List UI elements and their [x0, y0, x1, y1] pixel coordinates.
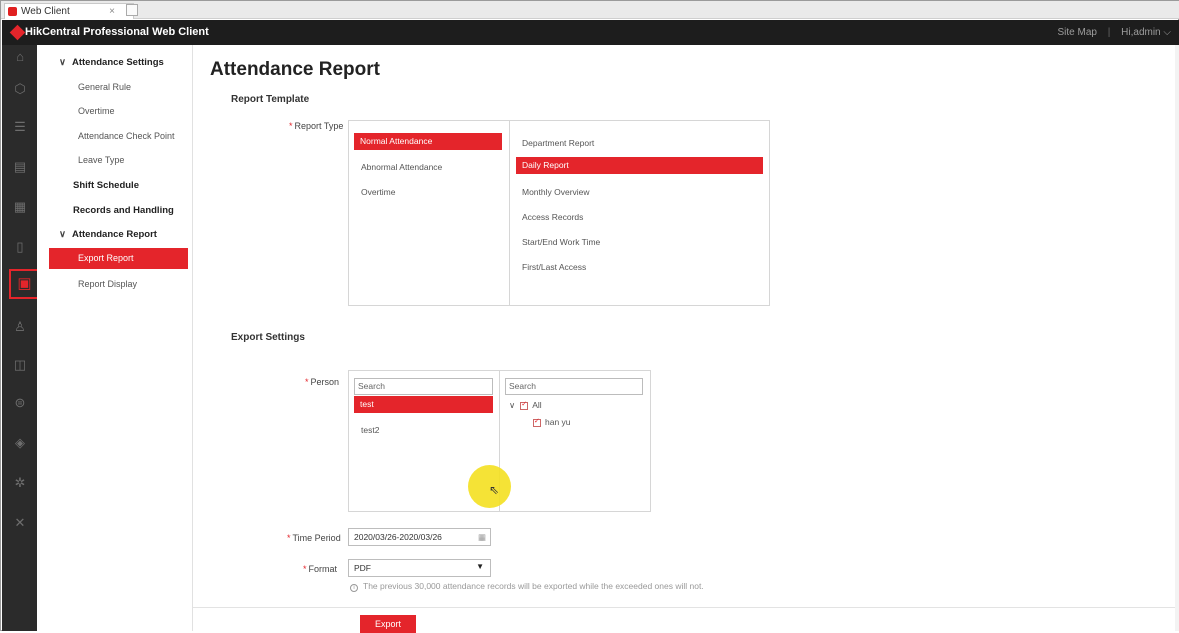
report-type-label-text: Report Type [294, 121, 344, 131]
chevron-down-icon: ∨ [59, 229, 66, 240]
person-label-text: Person [310, 377, 340, 387]
favicon-icon [8, 7, 17, 16]
format-label-text: Format [308, 564, 338, 574]
shield-icon[interactable]: ◈ [12, 435, 28, 451]
vertical-scrollbar[interactable] [1175, 45, 1179, 631]
person-right-search-input[interactable]: Search [505, 378, 643, 395]
header-right: Site Map | Hi,admin ⌵ [1058, 27, 1171, 38]
app-name: HikCentral Professional Web Client [25, 26, 209, 38]
calendar-check-icon[interactable]: ▣ [9, 269, 40, 299]
hikvision-logo-icon [9, 24, 26, 41]
browser-tab-title: Web Client [21, 6, 70, 17]
dropdown-arrow-icon[interactable]: ▼ [476, 559, 484, 575]
chevron-down-icon: ∨ [59, 57, 66, 68]
side-nav: ∨ Attendance Settings General Rule Overti… [37, 45, 193, 631]
user-menu[interactable]: Hi,admin [1121, 27, 1160, 38]
close-tab-icon[interactable]: × [109, 4, 115, 19]
nav-item-overtime[interactable]: Overtime [78, 106, 115, 116]
chart-icon[interactable]: ◫ [12, 357, 28, 373]
document-icon[interactable]: ▤ [12, 159, 28, 175]
format-note-text: The previous 30,000 attendance records w… [363, 581, 704, 591]
format-note: i The previous 30,000 attendance records … [350, 581, 704, 592]
new-tab-button[interactable] [126, 4, 138, 16]
section-report-template: Report Template [231, 94, 310, 105]
vehicle-icon[interactable]: ⊜ [12, 395, 28, 411]
calendar-icon[interactable]: ▦ [478, 529, 486, 545]
report-option-access-records[interactable]: Access Records [522, 212, 583, 222]
person-label: * Person [305, 377, 339, 387]
nav-group-attendance-report[interactable]: ∨ Attendance Report [59, 229, 157, 240]
main-content: Attendance Report Report Template * Repor… [193, 45, 1179, 633]
checkbox-all[interactable] [520, 400, 529, 410]
browser-tab-strip: Web Client × [1, 1, 1179, 19]
report-icon[interactable]: ▦ [12, 199, 28, 215]
nav-item-records[interactable]: Records and Handling [73, 205, 174, 216]
list-icon[interactable]: ☰ [12, 119, 28, 135]
format-value: PDF [354, 563, 371, 573]
settings-icon[interactable]: ✲ [12, 475, 28, 491]
nav-group-attendance-settings[interactable]: ∨ Attendance Settings [59, 57, 164, 68]
report-option-first-last[interactable]: First/Last Access [522, 262, 586, 272]
tree-node-all-label: All [532, 400, 542, 410]
report-category-abnormal[interactable]: Abnormal Attendance [361, 162, 442, 172]
report-type-label: * Report Type [289, 121, 343, 131]
cube-icon[interactable]: ⬡ [12, 81, 28, 97]
nav-item-leave-type[interactable]: Leave Type [78, 155, 124, 165]
browser-tab[interactable]: Web Client × [4, 3, 134, 19]
person-list-item-test2[interactable]: test2 [361, 425, 379, 435]
window-frame: Web Client × HikCentral Professional Web… [0, 0, 1179, 633]
header-separator: | [1107, 27, 1111, 38]
report-category-overtime[interactable]: Overtime [361, 187, 395, 197]
format-select[interactable]: PDF ▼ [348, 559, 491, 577]
site-map-link[interactable]: Site Map [1058, 27, 1097, 38]
report-option-department[interactable]: Department Report [522, 138, 594, 148]
report-category-normal[interactable]: Normal Attendance [354, 133, 502, 150]
report-option-monthly[interactable]: Monthly Overview [522, 187, 590, 197]
module-rail: ⌂ ⬡ ☰ ▤ ▦ ▯ ▣ ♙ ◫ ⊜ ◈ ✲ ✕ [2, 45, 40, 631]
time-period-field[interactable]: 2020/03/26-2020/03/26 ▦ [348, 528, 491, 546]
report-option-daily[interactable]: Daily Report [516, 157, 763, 174]
required-mark: * [289, 121, 293, 131]
nav-group-label: Attendance Report [71, 229, 157, 240]
chevron-down-icon[interactable]: ⌵ [1163, 27, 1171, 38]
app-header: HikCentral Professional Web Client Site … [2, 20, 1179, 45]
nav-item-check-point[interactable]: Attendance Check Point [78, 131, 175, 141]
required-mark: * [303, 564, 307, 574]
section-export-settings: Export Settings [231, 332, 305, 343]
format-label: * Format [303, 564, 337, 574]
nav-group-label: Attendance Settings [71, 57, 164, 68]
export-button[interactable]: Export [360, 615, 416, 633]
page-title: Attendance Report [210, 59, 380, 80]
tree-node-han-yu-label: han yu [545, 417, 571, 427]
home-icon[interactable]: ⌂ [12, 49, 28, 65]
time-period-value: 2020/03/26-2020/03/26 [354, 532, 442, 542]
person-icon[interactable]: ♙ [12, 319, 28, 335]
chevron-down-icon: ∨ [509, 400, 516, 410]
checkbox-han-yu[interactable] [533, 417, 541, 427]
tools-icon[interactable]: ✕ [12, 515, 28, 531]
mobile-icon[interactable]: ▯ [12, 239, 28, 255]
footer-divider [193, 607, 1175, 608]
person-list-item-test[interactable]: test [354, 396, 493, 413]
nav-item-general-rule[interactable]: General Rule [78, 82, 131, 92]
required-mark: * [305, 377, 309, 387]
info-icon: i [350, 584, 358, 592]
tree-node-han-yu[interactable]: han yu [533, 417, 571, 427]
report-type-divider [509, 121, 510, 305]
required-mark: * [287, 533, 291, 543]
nav-item-shift-schedule[interactable]: Shift Schedule [73, 180, 139, 191]
time-period-label-text: Time Period [292, 533, 341, 543]
mouse-pointer-icon: ⇖ [489, 483, 500, 497]
nav-item-export-report[interactable]: Export Report [49, 248, 188, 269]
tree-node-all[interactable]: ∨ All [509, 400, 542, 411]
report-option-start-end[interactable]: Start/End Work Time [522, 237, 600, 247]
nav-item-report-display[interactable]: Report Display [78, 279, 137, 289]
time-period-label: * Time Period [287, 533, 341, 543]
person-left-search-input[interactable]: Search [354, 378, 493, 395]
